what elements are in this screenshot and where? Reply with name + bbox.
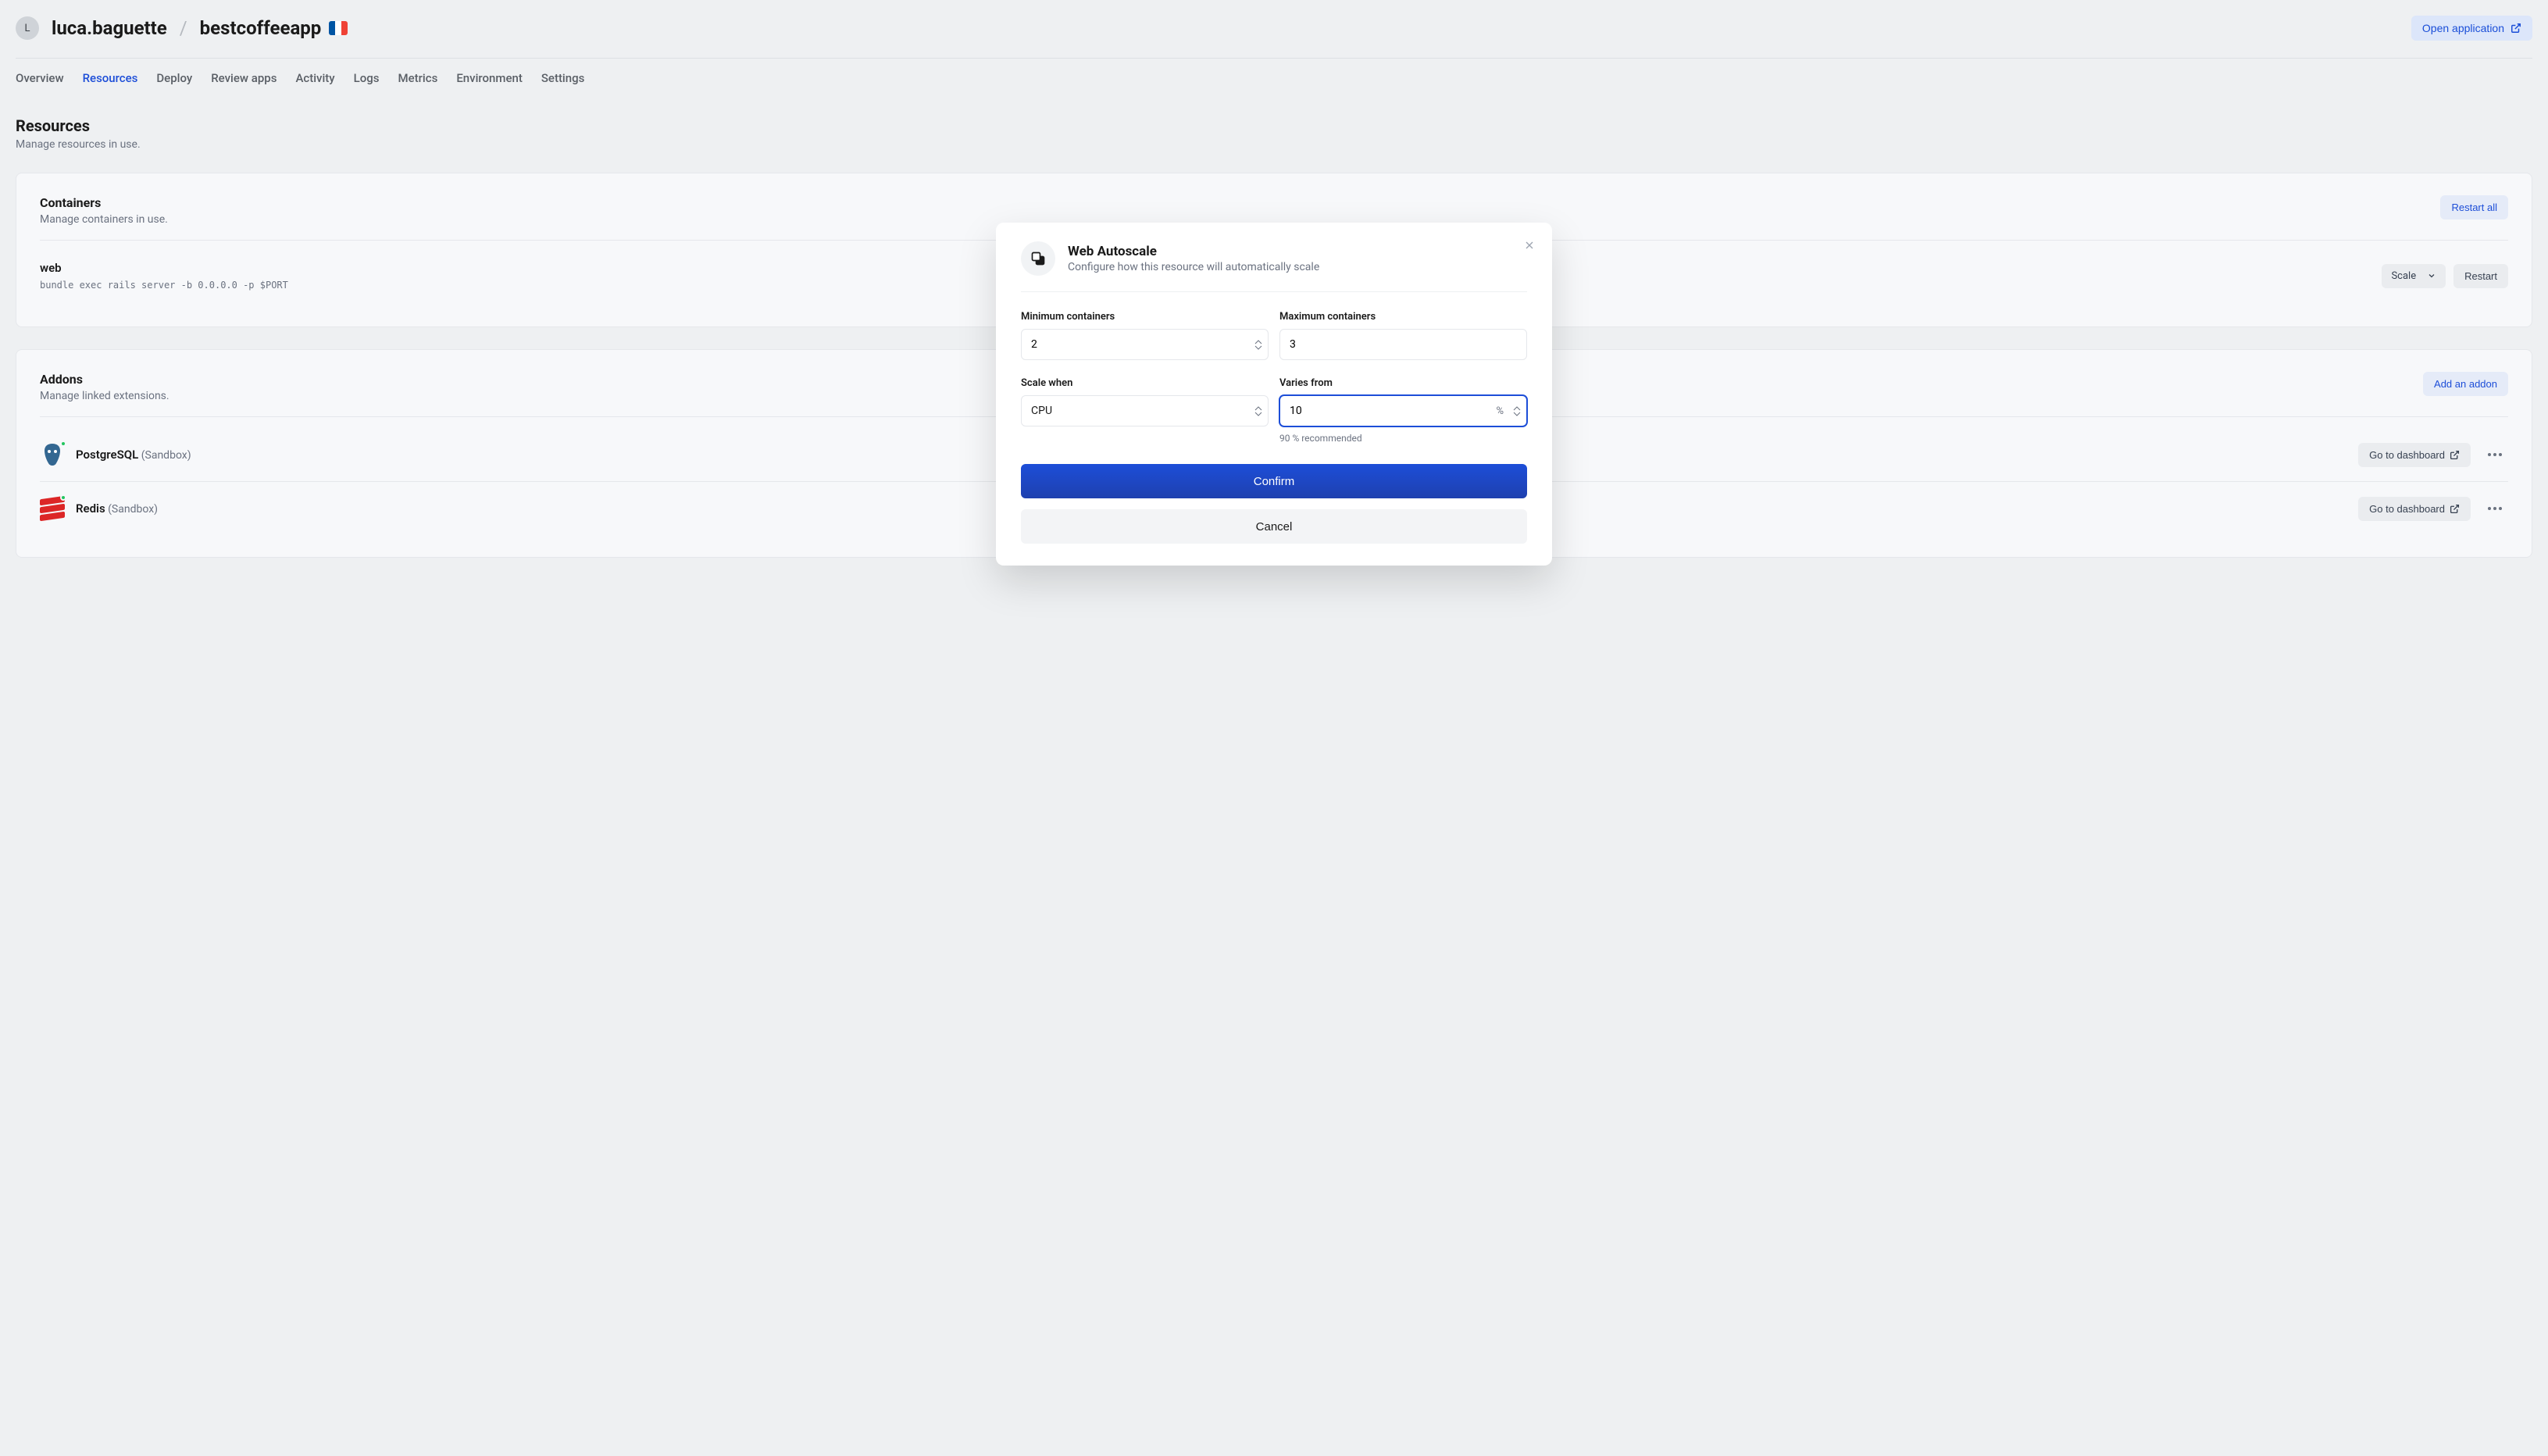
varies-hint: 90 % recommended (1279, 433, 1527, 444)
modal-overlay: Web Autoscale Configure how this resourc… (0, 0, 2548, 1456)
scale-when-label: Scale when (1021, 377, 1269, 389)
min-containers-input[interactable] (1021, 329, 1269, 360)
modal-subtitle: Configure how this resource will automat… (1068, 261, 1319, 273)
percent-suffix: % (1496, 405, 1504, 417)
min-containers-label: Minimum containers (1021, 311, 1269, 323)
max-containers-label: Maximum containers (1279, 311, 1527, 323)
confirm-button[interactable]: Confirm (1021, 464, 1527, 498)
scale-when-select[interactable]: CPU (1021, 395, 1269, 426)
max-containers-input[interactable] (1279, 329, 1527, 360)
close-icon[interactable] (1521, 237, 1538, 254)
stepper-icon[interactable] (1254, 340, 1262, 350)
autoscale-modal: Web Autoscale Configure how this resourc… (996, 223, 1552, 566)
varies-from-input[interactable] (1279, 395, 1527, 426)
autoscale-icon (1021, 241, 1055, 276)
varies-from-label: Varies from (1279, 377, 1527, 389)
select-chevron-icon (1254, 406, 1262, 416)
modal-title: Web Autoscale (1068, 244, 1319, 259)
stepper-icon[interactable] (1513, 406, 1521, 416)
cancel-button[interactable]: Cancel (1021, 509, 1527, 544)
